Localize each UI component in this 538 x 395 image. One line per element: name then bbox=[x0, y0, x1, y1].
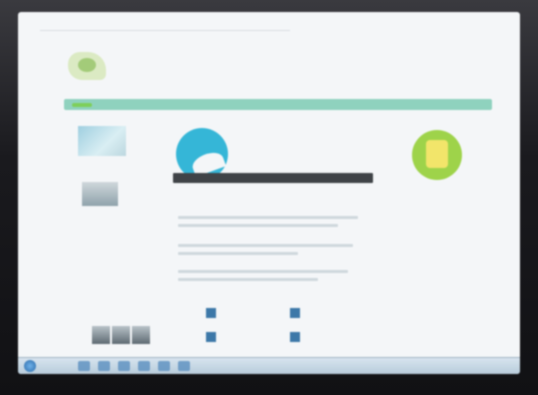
sidebar-image-1[interactable] bbox=[78, 126, 126, 156]
sidebar-image-2[interactable] bbox=[82, 182, 118, 206]
taskbar bbox=[18, 357, 520, 374]
text-line bbox=[178, 216, 358, 219]
logo-emblem-icon bbox=[68, 52, 106, 80]
monitor-screen bbox=[18, 12, 520, 374]
text-line bbox=[178, 244, 353, 247]
photo-thumbnails bbox=[92, 326, 152, 344]
thumbnail[interactable] bbox=[112, 326, 130, 344]
site-logo[interactable] bbox=[66, 50, 166, 84]
taskbar-app-icon[interactable] bbox=[138, 361, 150, 371]
taskbar-app-icon[interactable] bbox=[78, 361, 90, 371]
address-bar[interactable] bbox=[40, 20, 290, 31]
taskbar-app-icon[interactable] bbox=[98, 361, 110, 371]
campaign-badge-icon[interactable] bbox=[412, 130, 462, 180]
url-overlay-bar bbox=[173, 173, 373, 183]
taskbar-app-icon[interactable] bbox=[178, 361, 190, 371]
text-line bbox=[178, 252, 298, 255]
text-line bbox=[178, 224, 338, 227]
taskbar-app-icon[interactable] bbox=[158, 361, 170, 371]
doc-icon[interactable] bbox=[290, 308, 300, 318]
nav-item-1[interactable] bbox=[72, 102, 92, 107]
doc-icon[interactable] bbox=[206, 308, 216, 318]
text-line bbox=[178, 278, 318, 281]
main-nav bbox=[64, 99, 492, 110]
text-line bbox=[178, 270, 348, 273]
doc-icon[interactable] bbox=[290, 332, 300, 342]
thumbnail[interactable] bbox=[132, 326, 150, 344]
taskbar-app-icon[interactable] bbox=[118, 361, 130, 371]
doc-icon[interactable] bbox=[206, 332, 216, 342]
start-button-icon[interactable] bbox=[24, 360, 36, 372]
thumbnail[interactable] bbox=[92, 326, 110, 344]
